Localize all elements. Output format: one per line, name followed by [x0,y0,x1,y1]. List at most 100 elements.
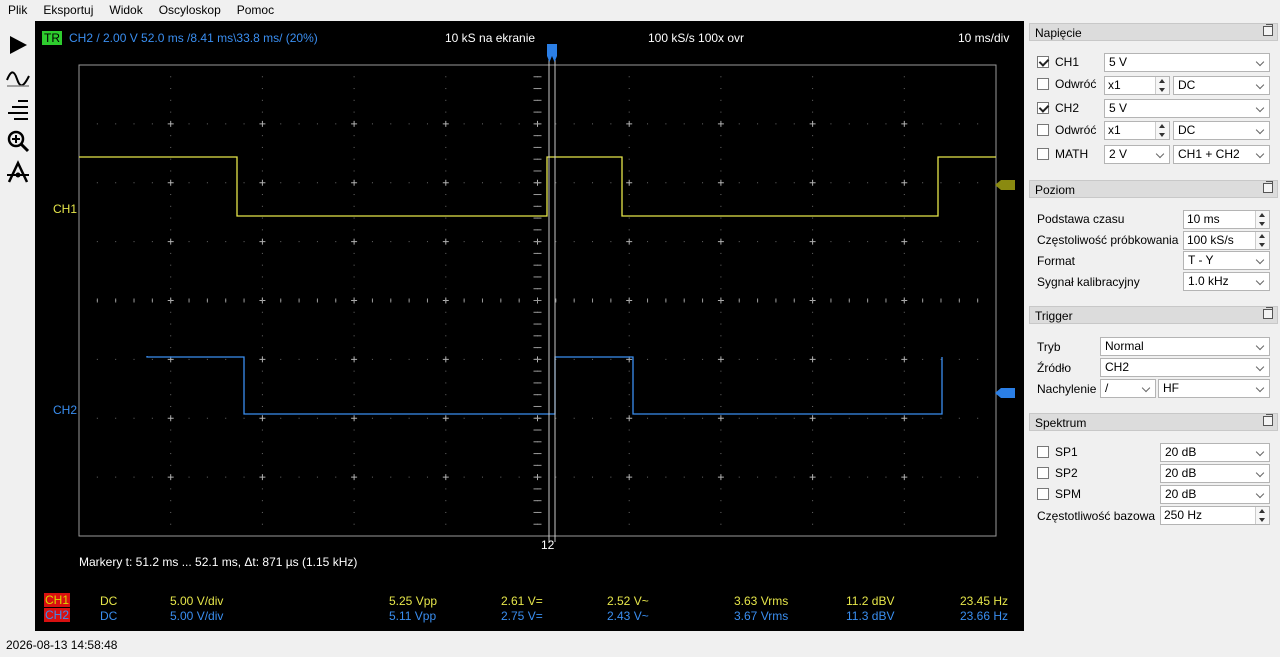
undock-icon[interactable] [1263,307,1273,319]
sp1-select[interactable]: 20 dB [1160,443,1270,462]
math-function-select[interactable]: CH1 + CH2 [1173,145,1270,164]
grid-dot [793,182,795,184]
grid-dot [206,476,208,478]
grid-dot [445,76,447,78]
trigger-filter-select[interactable]: HF [1158,379,1270,398]
grid-dot [702,182,704,184]
grid-dot [628,194,630,196]
ch2-coupling-select[interactable]: DC [1173,121,1270,140]
grid-dot [353,99,355,101]
grid-dot [903,170,905,172]
ch2-probe-spinner[interactable]: x1 [1104,121,1170,140]
undock-icon[interactable] [1263,24,1273,36]
section-napiecie-header[interactable]: Napięcie [1029,23,1278,41]
grid-dot [903,453,905,455]
grid-dot [170,194,172,196]
grid-dot [390,358,392,360]
trigger-source-label: Źródło [1037,361,1072,375]
play-icon[interactable] [4,31,31,58]
menu-eksportuj[interactable]: Eksportuj [35,0,101,21]
format-select[interactable]: T - Y [1183,251,1270,270]
sp1-checkbox[interactable] [1037,446,1049,458]
measure-icon[interactable] [4,159,31,186]
grid-dot [115,417,117,419]
section-poziom-title: Poziom [1035,183,1076,197]
spinner-arrows-icon[interactable] [1155,77,1169,94]
base-frequency-value: 250 Hz [1164,508,1203,522]
base-frequency-spinner[interactable]: 250 Hz [1160,506,1270,525]
meas-ch2-name: CH2 [44,608,71,622]
ch2-invert-checkbox[interactable] [1037,124,1049,136]
ch1-coupling-select[interactable]: DC [1173,76,1270,95]
ch1-checkbox[interactable] [1037,56,1049,68]
grid-dot [738,241,740,243]
sp2-checkbox[interactable] [1037,467,1049,479]
status-bar: 2026-08-13 14:58:48 [0,631,1280,657]
spinner-arrows-icon[interactable] [1255,211,1269,228]
grid-dot [830,182,832,184]
section-spektrum-header[interactable]: Spektrum [1029,413,1278,431]
menu-pomoc[interactable]: Pomoc [229,0,282,21]
grid-dot [812,229,814,231]
grid-dot [170,229,172,231]
spinner-arrows-icon[interactable] [1255,232,1269,249]
calibration-select[interactable]: 1.0 kHz [1183,272,1270,291]
scope-canvas[interactable] [35,21,1024,631]
math-volts-select[interactable]: 2 V [1104,145,1170,164]
grid-dot [812,146,814,148]
trigger-slope-select[interactable]: / [1100,379,1156,398]
grid-dot [628,511,630,513]
ch1-invert-checkbox[interactable] [1037,78,1049,90]
grid-dot [793,123,795,125]
menu-widok[interactable]: Widok [101,0,150,21]
menu-oscyloskop[interactable]: Oscyloskop [151,0,229,21]
grid-dot [445,523,447,525]
spinner-arrows-icon[interactable] [1155,122,1169,139]
grid-dot [720,511,722,513]
waveform-icon[interactable] [4,65,31,92]
spm-select[interactable]: 20 dB [1160,485,1270,504]
grid-dot [261,511,263,513]
ch1-volts-select[interactable]: 5 V [1104,53,1270,72]
grid-dot [958,123,960,125]
timebase-spinner[interactable]: 10 ms [1183,210,1270,229]
grid-dot [775,476,777,478]
grid-dot [720,500,722,502]
menu-plik[interactable]: Plik [0,0,35,21]
spm-checkbox[interactable] [1037,488,1049,500]
grid-dot [463,182,465,184]
grid-dot [353,194,355,196]
trigger-mode-select[interactable]: Normal [1100,337,1270,356]
spinner-arrows-icon[interactable] [1255,507,1269,524]
ch2-volts-select[interactable]: 5 V [1104,99,1270,118]
grid-dot [151,182,153,184]
grid-dot [812,88,814,90]
grid-dot [665,182,667,184]
grid-dot [793,241,795,243]
math-label: MATH [1055,147,1089,161]
grid-dot [628,429,630,431]
section-trigger-header[interactable]: Trigger [1029,306,1278,324]
sp2-select[interactable]: 20 dB [1160,464,1270,483]
grid-dot [628,99,630,101]
undock-icon[interactable] [1263,414,1273,426]
grid-dot [830,417,832,419]
grid-dot [720,288,722,290]
grid-dot [903,135,905,137]
section-poziom-header[interactable]: Poziom [1029,180,1278,198]
scope-display[interactable]: TR CH2 / 2.00 V 52.0 ms /8.41 ms\33.8 ms… [35,21,1024,631]
ch2-checkbox[interactable] [1037,102,1049,114]
sample-rate-spinner[interactable]: 100 kS/s [1183,231,1270,250]
math-checkbox[interactable] [1037,148,1049,160]
grid-dot [940,417,942,419]
grid-dot [261,429,263,431]
trigger-source-select[interactable]: CH2 [1100,358,1270,377]
timebase-label: Podstawa czasu [1037,212,1125,226]
grid-dot [922,123,924,125]
undock-icon[interactable] [1263,181,1273,193]
ch1-probe-spinner[interactable]: x1 [1104,76,1170,95]
trigger-level-icon[interactable] [4,97,31,124]
grid-dot [353,441,355,443]
zoom-icon[interactable] [4,127,31,154]
grid-dot [610,358,612,360]
